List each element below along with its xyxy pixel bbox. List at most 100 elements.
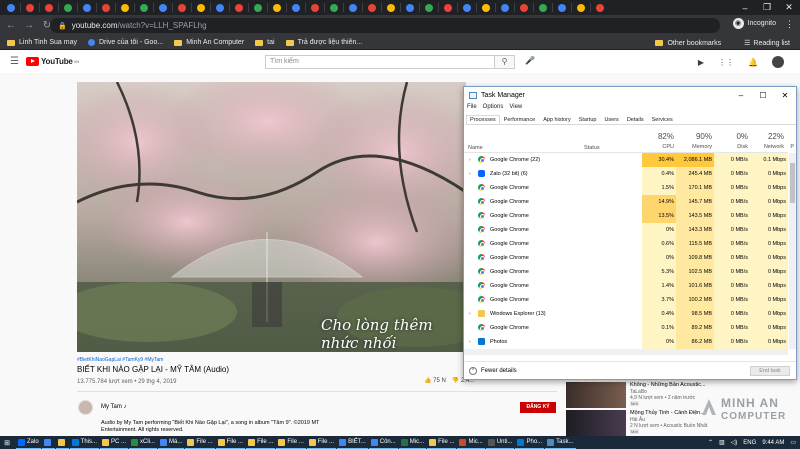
tab-performance[interactable]: Performance [500, 115, 540, 124]
video-player[interactable]: Cho lòng thêm nhức nhối [77, 82, 466, 352]
browser-tab[interactable] [26, 3, 34, 12]
expand-chevron-icon[interactable]: › [469, 311, 471, 317]
process-row[interactable]: Google Chrome 0% 109.8 MB 0 MB/s 0 Mbps [464, 251, 788, 265]
minimize-icon[interactable]: – [734, 3, 756, 13]
browser-tab[interactable] [596, 3, 604, 12]
hamburger-menu-icon[interactable]: ☰ [10, 56, 19, 67]
taskbar-app[interactable]: Unti... [485, 436, 515, 449]
taskbar-app[interactable]: File ... [246, 436, 276, 449]
expand-chevron-icon[interactable]: › [469, 339, 471, 345]
column-memory[interactable]: Memory [682, 144, 712, 150]
browser-tab[interactable] [501, 3, 509, 12]
process-row[interactable]: › Photos 0% 86.2 MB 0 MB/s 0 Mbps [464, 335, 788, 349]
browser-tab[interactable] [121, 3, 129, 12]
windows-start-icon[interactable]: ⊞ [0, 439, 14, 447]
process-row[interactable]: Google Chrome 0.6% 115.5 MB 0 MB/s 0 Mbps [464, 237, 788, 251]
browser-tab[interactable] [577, 3, 585, 12]
channel-avatar[interactable] [78, 400, 93, 415]
process-row[interactable]: Google Chrome 1.5% 170.1 MB 0 MB/s 0 Mbps [464, 181, 788, 195]
menu-file[interactable]: File [467, 104, 477, 110]
incognito-profile[interactable]: ◉ Incognito [732, 18, 776, 29]
browser-tab[interactable] [444, 3, 452, 12]
browser-tab[interactable] [558, 3, 566, 12]
menu-options[interactable]: Options [483, 104, 504, 110]
browser-tab[interactable] [482, 3, 490, 12]
taskbar-app[interactable]: Task... [545, 436, 576, 449]
tab-details[interactable]: Details [623, 115, 648, 124]
process-row[interactable]: Google Chrome 1.4% 101.6 MB 0 MB/s 0 Mbps [464, 279, 788, 293]
taskbar-app[interactable]: Má... [158, 436, 185, 449]
bookmark-item[interactable]: tai [255, 39, 275, 46]
browser-tab[interactable] [368, 3, 376, 12]
taskbar-app[interactable]: File ... [276, 436, 306, 449]
process-row[interactable]: Google Chrome 5.3% 102.5 MB 0 MB/s 0 Mbps [464, 265, 788, 279]
taskbar-app[interactable]: Côn... [368, 436, 398, 449]
tab-startup[interactable]: Startup [575, 115, 601, 124]
browser-tab[interactable] [292, 3, 300, 12]
browser-tab[interactable] [520, 3, 528, 12]
address-bar[interactable]: 🔒 youtube.com/watch?v=LLH_SPAFLhg [50, 18, 720, 33]
browser-tab[interactable] [159, 3, 167, 12]
maximize-icon[interactable]: ❐ [756, 2, 778, 13]
tab-app-history[interactable]: App history [539, 115, 575, 124]
browser-tab[interactable] [140, 3, 148, 12]
expand-chevron-icon[interactable]: › [469, 171, 471, 177]
process-row[interactable]: Google Chrome 0.1% 89.2 MB 0 MB/s 0 Mbps [464, 321, 788, 335]
search-input[interactable]: Tìm kiếm [265, 55, 495, 69]
bookmark-item[interactable]: Linh Tinh Sua may [7, 39, 77, 46]
browser-tab[interactable] [102, 3, 110, 12]
taskbar-app[interactable]: This... [69, 436, 100, 449]
process-row[interactable]: Google Chrome 14.9% 145.7 MB 0 MB/s 0 Mbps [464, 195, 788, 209]
minimize-icon[interactable]: – [730, 91, 752, 100]
more-menu-icon[interactable]: ⋮ [785, 19, 794, 30]
bookmark-item[interactable]: Drive của tôi - Goo... [87, 39, 163, 46]
horizontal-scrollbar[interactable] [464, 349, 788, 355]
task-manager-titlebar[interactable]: Task Manager – ☐ ✕ [464, 87, 796, 103]
volume-icon[interactable]: ◁) [731, 439, 738, 446]
browser-tab[interactable] [330, 3, 338, 12]
browser-tab[interactable] [197, 3, 205, 12]
taskbar-app[interactable]: Mic... [398, 436, 427, 449]
maximize-icon[interactable]: ☐ [752, 91, 774, 100]
network-icon[interactable]: ▥ [719, 439, 725, 446]
browser-tab[interactable] [349, 3, 357, 12]
process-row[interactable]: › Windows Explorer (13) 0.4% 98.5 MB 0 MB/s 0… [464, 307, 788, 321]
taskbar-app[interactable]: File ... [215, 436, 246, 449]
column-power[interactable]: P [764, 144, 794, 150]
tab-services[interactable]: Services [648, 115, 677, 124]
column-disk[interactable]: Disk [718, 144, 748, 150]
process-row[interactable]: Google Chrome 0% 143.3 MB 0 MB/s 0 Mbps [464, 223, 788, 237]
account-avatar[interactable] [772, 56, 784, 68]
taskbar-app[interactable] [55, 436, 69, 449]
video-hashtags[interactable]: #BietKhiNaoGapLai #TamKy9 #MyTam [77, 357, 163, 363]
channel-name[interactable]: My Tam ♪ [101, 404, 127, 410]
taskbar-app[interactable]: xCli... [129, 436, 158, 449]
notifications-icon[interactable]: ▭ [790, 439, 796, 446]
tray-arrow-icon[interactable]: ⌃ [708, 439, 713, 446]
browser-tab[interactable] [406, 3, 414, 12]
forward-icon[interactable]: → [22, 20, 36, 31]
column-status[interactable]: Status [584, 145, 600, 151]
process-row[interactable]: Google Chrome 3.7% 100.2 MB 0 MB/s 0 Mbps [464, 293, 788, 307]
browser-tab[interactable] [216, 3, 224, 12]
clock[interactable]: 9:44 AM [762, 440, 784, 446]
subscribe-button[interactable]: ĐĂNG KÝ [520, 402, 556, 413]
taskbar-app[interactable]: File ... [306, 436, 337, 449]
tab-users[interactable]: Users [600, 115, 622, 124]
tab-processes[interactable]: Processes [466, 115, 500, 124]
browser-tab[interactable] [425, 3, 433, 12]
microphone-icon[interactable]: 🎤 [525, 56, 535, 65]
search-icon[interactable]: ⚲ [495, 55, 515, 69]
end-task-button[interactable]: End task [750, 366, 790, 376]
close-icon[interactable]: ✕ [778, 2, 800, 13]
apps-grid-icon[interactable]: ⋮⋮ [718, 58, 734, 67]
like-button[interactable]: 👍 75 N [424, 377, 446, 384]
column-name[interactable]: Name [468, 145, 483, 151]
browser-tab[interactable] [83, 3, 91, 12]
taskbar-app[interactable]: File ... [185, 436, 215, 449]
taskbar-app[interactable]: File ... [427, 436, 457, 449]
back-icon[interactable]: ← [4, 20, 18, 31]
other-bookmarks[interactable]: Other bookmarks [655, 40, 721, 47]
browser-tab[interactable] [7, 3, 15, 12]
browser-tab[interactable] [273, 3, 281, 12]
